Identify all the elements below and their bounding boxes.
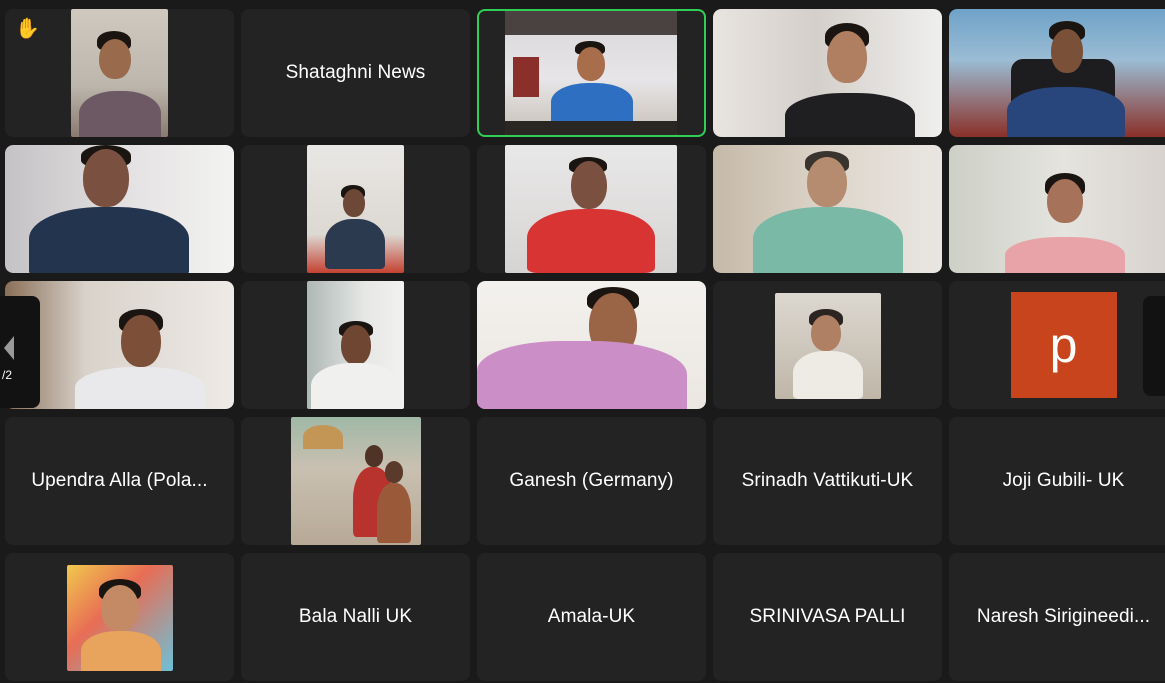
- participant-video: [949, 145, 1165, 273]
- participant-tile-14[interactable]: [713, 281, 942, 409]
- participant-tile-18[interactable]: Ganesh (Germany): [477, 417, 706, 545]
- participant-name: Amala-UK: [547, 606, 636, 627]
- participant-grid: ✋ Shataghni News p Upendra Alla (Pola...…: [5, 9, 1165, 683]
- participant-picture: [67, 565, 173, 671]
- participant-tile-9[interactable]: [713, 145, 942, 273]
- participant-tile-21[interactable]: [5, 553, 234, 681]
- participant-tile-16[interactable]: Upendra Alla (Pola...: [5, 417, 234, 545]
- participant-tile-3-active-speaker[interactable]: [477, 9, 706, 137]
- participant-tile-7[interactable]: [241, 145, 470, 273]
- participant-tile-8[interactable]: [477, 145, 706, 273]
- participant-video: [307, 145, 404, 273]
- participant-video: [71, 9, 168, 137]
- participant-video: [949, 9, 1165, 137]
- previous-page-button[interactable]: /2: [0, 296, 40, 408]
- participant-avatar: p: [1010, 292, 1117, 398]
- participant-video: [713, 145, 942, 273]
- participant-tile-13[interactable]: [477, 281, 706, 409]
- participant-tile-5[interactable]: [949, 9, 1165, 137]
- participant-name: Shataghni News: [285, 62, 426, 83]
- participant-name: Upendra Alla (Pola...: [31, 470, 208, 491]
- participant-tile-4[interactable]: [713, 9, 942, 137]
- participant-name: Naresh Sirigineedi...: [976, 606, 1151, 627]
- page-indicator: /2: [2, 368, 13, 382]
- participant-tile-10[interactable]: [949, 145, 1165, 273]
- raised-hand-icon: ✋: [15, 18, 40, 40]
- participant-name: Srinadh Vattikuti-UK: [741, 470, 914, 491]
- participant-video: [5, 145, 234, 273]
- participant-video: [505, 11, 677, 135]
- participant-video: [713, 9, 942, 137]
- participant-tile-25[interactable]: Naresh Sirigineedi...: [949, 553, 1165, 681]
- participant-tile-24[interactable]: SRINIVASA PALLI: [713, 553, 942, 681]
- participant-picture: [291, 417, 421, 545]
- participant-tile-1[interactable]: ✋: [5, 9, 234, 137]
- participant-tile-2[interactable]: Shataghni News: [241, 9, 470, 137]
- participant-video: [477, 281, 706, 409]
- participant-tile-19[interactable]: Srinadh Vattikuti-UK: [713, 417, 942, 545]
- avatar-letter: p: [1049, 317, 1078, 373]
- participant-video: [307, 281, 404, 409]
- participant-video: [505, 145, 677, 273]
- participant-picture: [775, 293, 881, 399]
- participant-name: Joji Gubili- UK: [1002, 470, 1125, 491]
- participant-tile-15[interactable]: p: [949, 281, 1165, 409]
- participant-tile-12[interactable]: [241, 281, 470, 409]
- participant-tile-22[interactable]: Bala Nalli UK: [241, 553, 470, 681]
- participant-name: SRINIVASA PALLI: [749, 606, 906, 627]
- participant-name: Bala Nalli UK: [298, 606, 413, 627]
- participant-tile-20[interactable]: Joji Gubili- UK: [949, 417, 1165, 545]
- participant-tile-6[interactable]: [5, 145, 234, 273]
- chevron-left-icon: [4, 336, 14, 360]
- participant-name: Ganesh (Germany): [509, 470, 674, 491]
- participant-tile-23[interactable]: Amala-UK: [477, 553, 706, 681]
- participant-tile-17[interactable]: [241, 417, 470, 545]
- next-page-button[interactable]: [1143, 296, 1165, 396]
